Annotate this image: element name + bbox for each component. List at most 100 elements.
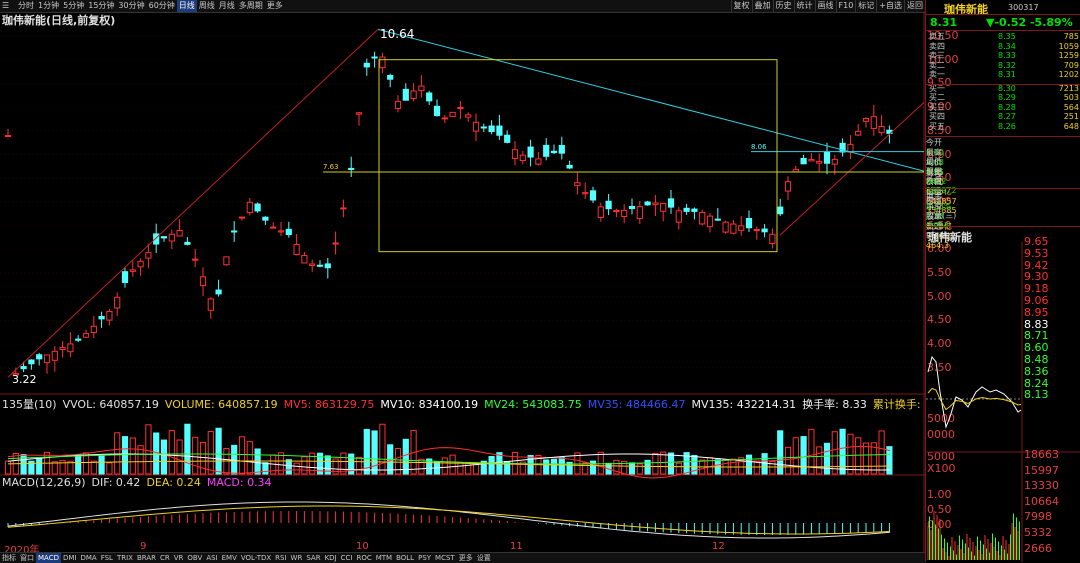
tool-button-0[interactable]: 复权 xyxy=(730,0,752,12)
volume-bar xyxy=(816,446,823,475)
ind-mv24: MV24: 543083.75 xyxy=(484,398,582,410)
orderbook-row: 卖五 8.35 785 xyxy=(926,32,1080,42)
volume-bar xyxy=(878,430,885,475)
period-tab-9[interactable]: 多周期 xyxy=(237,0,265,12)
volume-bar xyxy=(262,462,269,475)
volume-bar xyxy=(792,437,799,475)
candle-body xyxy=(394,100,402,110)
kline-chart[interactable] xyxy=(0,12,925,552)
candle-body xyxy=(402,88,409,101)
volume-bar xyxy=(215,427,222,475)
tool-button-7[interactable]: +自选 xyxy=(876,0,904,12)
period-tab-6[interactable]: 日线 xyxy=(176,0,197,12)
high-annotation: 10.64 xyxy=(380,27,415,41)
orderbook-price: 8.27 xyxy=(998,112,1016,121)
candle-body xyxy=(730,223,737,234)
volume-bar xyxy=(379,423,386,475)
candle-body xyxy=(36,354,43,360)
ind-mv10: MV10: 834100.19 xyxy=(380,398,479,410)
macd-dea: DEA: 0.24 xyxy=(146,476,201,489)
orderbook-volume: 564 xyxy=(1063,102,1079,112)
candle-body xyxy=(816,160,823,164)
stat-row: 外盘 285972 内盘 354885 xyxy=(926,176,1080,215)
candle-body xyxy=(43,354,51,364)
ind-volume: VOLUME: 640857.19 xyxy=(164,398,278,410)
candle-body xyxy=(472,121,480,132)
period-tab-0[interactable]: 分时 xyxy=(16,0,36,12)
candle-body xyxy=(114,296,121,309)
period-tab-8[interactable]: 月线 xyxy=(217,0,237,12)
tool-button-4[interactable]: 画线 xyxy=(814,0,836,12)
volume-bar xyxy=(301,456,308,475)
volume-bar xyxy=(636,463,643,475)
volume-bar xyxy=(285,459,292,475)
candle-body xyxy=(644,201,651,206)
volume-bar xyxy=(184,423,191,475)
menu-icon[interactable]: ☰ xyxy=(0,0,11,12)
ind-period: 135量(10) xyxy=(2,398,57,410)
mini-volume-tick: 10664 xyxy=(1024,494,1059,508)
orderbook-label: 卖五 xyxy=(929,32,945,41)
period-tab-3[interactable]: 15分钟 xyxy=(86,0,116,12)
volume-bar xyxy=(597,451,604,475)
candle-body xyxy=(90,325,97,333)
intraday-mini-chart[interactable] xyxy=(926,242,1080,562)
candle-body xyxy=(597,206,604,218)
candle-body xyxy=(28,359,35,365)
orderbook-price: 8.26 xyxy=(998,121,1016,131)
period-tab-5[interactable]: 60分钟 xyxy=(147,0,177,12)
candle-body xyxy=(691,208,698,212)
tool-button-3[interactable]: 统计 xyxy=(793,0,815,12)
volume-bar xyxy=(800,436,807,475)
volume-bar xyxy=(246,441,253,475)
candle-body xyxy=(387,74,394,80)
orderbook-row: 卖一 8.31 1202 xyxy=(926,70,1080,80)
tool-button-6[interactable]: 标记 xyxy=(855,0,876,12)
date-oct: 10 xyxy=(356,541,369,552)
tool-button-2[interactable]: 历史 xyxy=(772,0,794,12)
macd-value: MACD: 0.34 xyxy=(206,476,272,489)
volume-bar xyxy=(402,438,409,475)
trend-line-up xyxy=(7,28,379,378)
candle-body xyxy=(363,62,370,68)
candle-body xyxy=(121,271,129,283)
candle-body xyxy=(636,206,643,220)
period-tab-10[interactable]: 更多 xyxy=(265,0,285,12)
candle-body xyxy=(675,210,682,223)
candle-body xyxy=(82,333,90,338)
volume-bar xyxy=(114,432,121,475)
period-tab-1[interactable]: 1分钟 xyxy=(36,0,61,12)
candle-body xyxy=(621,209,628,217)
stat-label: 最低 xyxy=(926,157,942,166)
period-tab-7[interactable]: 周线 xyxy=(197,0,217,12)
macd-name: MACD(12,26,9) xyxy=(2,476,86,489)
tool-button-1[interactable]: 叠加 xyxy=(751,0,773,12)
candle-body xyxy=(784,181,792,192)
candle-body xyxy=(293,243,300,255)
volume-bar xyxy=(488,455,495,475)
candle-body xyxy=(574,182,581,187)
candle-body xyxy=(738,225,745,231)
orderbook-price: 8.33 xyxy=(998,51,1016,60)
volume-bar xyxy=(441,457,448,475)
orderbook-price: 8.32 xyxy=(998,60,1016,70)
candle-body xyxy=(769,233,776,245)
low-annotation: 3.22 xyxy=(12,373,37,386)
candle-body xyxy=(699,211,706,225)
candle-body xyxy=(355,112,363,115)
candle-body xyxy=(722,221,729,233)
orderbook-label: 买二 xyxy=(929,93,945,102)
candle-body xyxy=(98,315,105,320)
tool-button-8[interactable]: 返回 xyxy=(904,0,925,12)
period-tab-4[interactable]: 30分钟 xyxy=(116,0,146,12)
orderbook-price: 8.31 xyxy=(998,70,1016,79)
volume-indicator-row: 135量(10) VVOL: 640857.19 VOLUME: 640857.19… xyxy=(2,396,924,410)
orderbook-volume: 251 xyxy=(1063,112,1079,121)
volume-bar xyxy=(449,454,456,475)
candle-body xyxy=(504,134,511,143)
orderbook-price: 8.30 xyxy=(998,83,1016,93)
candle-body xyxy=(332,242,339,245)
period-tab-2[interactable]: 5分钟 xyxy=(61,0,86,12)
tool-button-5[interactable]: F10 xyxy=(835,0,856,12)
volume-bar xyxy=(558,457,565,475)
